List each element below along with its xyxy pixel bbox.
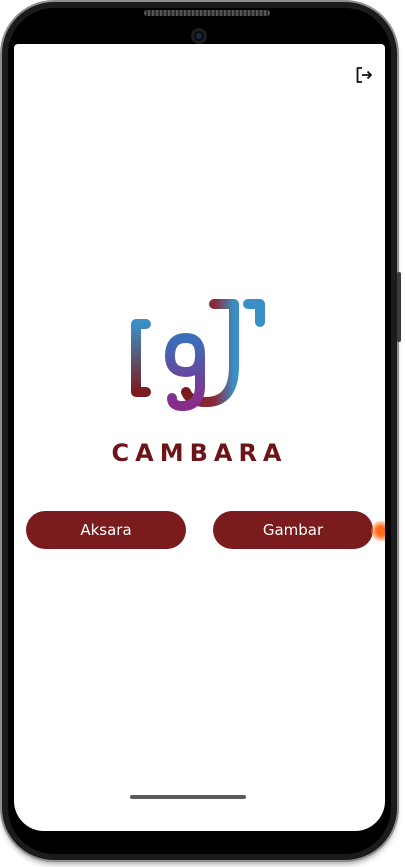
touch-ripple (371, 521, 385, 541)
gambar-button[interactable]: Gambar (213, 511, 373, 549)
home-indicator[interactable] (130, 795, 246, 799)
logout-icon (356, 67, 372, 83)
front-camera (191, 28, 207, 44)
brand-name: CAMBARA (111, 439, 288, 467)
app-screen: CAMBARA Aksara Gambar (14, 44, 385, 831)
speaker-grill (144, 10, 270, 16)
logout-button[interactable] (353, 64, 375, 86)
volume-button (397, 272, 401, 342)
cambara-logo (131, 299, 265, 411)
aksara-button[interactable]: Aksara (26, 511, 186, 549)
